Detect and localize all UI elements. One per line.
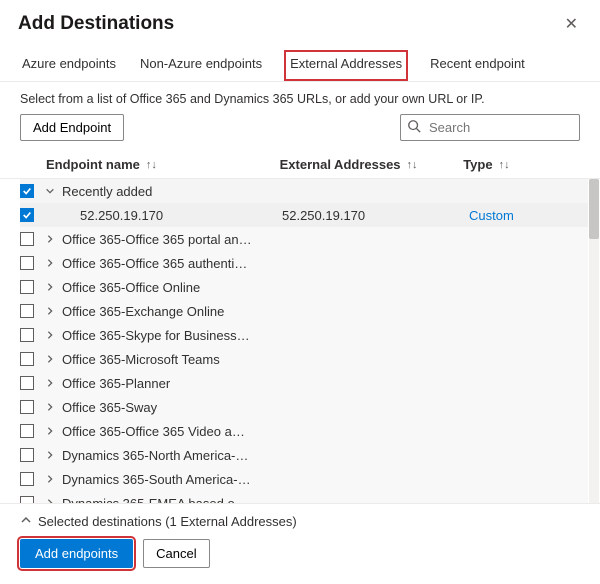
table-row[interactable]: Dynamics 365-EMEA based organizat... <box>20 491 588 503</box>
row-label: 52.250.19.170 <box>80 208 163 223</box>
table-row[interactable]: Office 365-Skype for Business Online <box>20 323 588 347</box>
table-row[interactable]: Office 365-Sway <box>20 395 588 419</box>
table-row[interactable]: Office 365-Exchange Online <box>20 299 588 323</box>
selected-summary-label: Selected destinations (1 External Addres… <box>38 514 297 529</box>
checkbox[interactable] <box>20 184 34 198</box>
type-link[interactable]: Custom <box>469 208 514 223</box>
tab-recent-endpoint[interactable]: Recent endpoint <box>428 50 527 81</box>
checkbox[interactable] <box>20 208 34 222</box>
chevron-right-icon[interactable] <box>44 306 56 316</box>
table-row[interactable]: 52.250.19.17052.250.19.170Custom <box>20 203 588 227</box>
footer-actions: Add endpoints Cancel <box>0 539 600 584</box>
table-row[interactable]: Office 365-Office 365 authentication ... <box>20 251 588 275</box>
row-label: Dynamics 365-EMEA based organizat... <box>62 496 252 504</box>
checkbox[interactable] <box>20 376 34 390</box>
chevron-right-icon[interactable] <box>44 378 56 388</box>
chevron-up-icon <box>20 514 32 529</box>
checkbox[interactable] <box>20 496 34 503</box>
column-type[interactable]: Type ↑↓ <box>463 157 580 172</box>
add-destinations-panel: Add Destinations ✕ Azure endpoints Non-Az… <box>0 0 600 584</box>
endpoint-list: Recently added 52.250.19.170 52.250.19.170… <box>0 179 600 503</box>
column-external-addresses[interactable]: External Addresses ↑↓ <box>280 157 464 172</box>
tab-azure-endpoints[interactable]: Azure endpoints <box>20 50 118 81</box>
row-label: Dynamics 365-South America-based ... <box>62 472 252 487</box>
chevron-right-icon[interactable] <box>44 234 56 244</box>
row-label: Dynamics 365-North America-based ... <box>62 448 252 463</box>
checkbox[interactable] <box>20 472 34 486</box>
chevron-right-icon[interactable] <box>44 426 56 436</box>
chevron-right-icon[interactable] <box>44 402 56 412</box>
checkbox[interactable] <box>20 256 34 270</box>
search-box[interactable] <box>400 114 580 141</box>
checkbox[interactable] <box>20 328 34 342</box>
search-input[interactable] <box>427 119 573 136</box>
tab-non-azure-endpoints[interactable]: Non-Azure endpoints <box>138 50 264 81</box>
close-icon[interactable]: ✕ <box>561 12 582 36</box>
table-row[interactable]: Recently added <box>20 179 588 203</box>
row-label: Office 365-Sway <box>62 400 157 415</box>
checkbox[interactable] <box>20 352 34 366</box>
checkbox[interactable] <box>20 424 34 438</box>
chevron-down-icon[interactable] <box>44 186 56 196</box>
checkbox[interactable] <box>20 232 34 246</box>
column-endpoint-name[interactable]: Endpoint name ↑↓ <box>46 157 280 172</box>
add-endpoints-button[interactable]: Add endpoints <box>20 539 133 568</box>
row-label: Recently added <box>62 184 152 199</box>
chevron-right-icon[interactable] <box>44 354 56 364</box>
cancel-button[interactable]: Cancel <box>143 539 209 568</box>
panel-description: Select from a list of Office 365 and Dyn… <box>0 82 600 114</box>
table-row[interactable]: Dynamics 365-South America-based ... <box>20 467 588 491</box>
checkbox[interactable] <box>20 304 34 318</box>
panel-header: Add Destinations ✕ <box>0 0 600 44</box>
sort-icon: ↑↓ <box>407 159 418 171</box>
tabs: Azure endpoints Non-Azure endpoints Extern… <box>0 44 600 82</box>
table-row[interactable]: Office 365-Microsoft Teams <box>20 347 588 371</box>
panel-title: Add Destinations <box>18 13 174 35</box>
row-label: Office 365-Office 365 portal and shar... <box>62 232 252 247</box>
table-row[interactable]: Office 365-Office 365 portal and shar... <box>20 227 588 251</box>
chevron-right-icon[interactable] <box>44 258 56 268</box>
toolbar: Add Endpoint <box>0 114 600 151</box>
search-icon <box>407 119 427 136</box>
row-label: Office 365-Microsoft Teams <box>62 352 220 367</box>
checkbox[interactable] <box>20 280 34 294</box>
row-type: Custom <box>469 208 588 223</box>
tab-external-addresses[interactable]: External Addresses <box>284 50 408 81</box>
checkbox[interactable] <box>20 448 34 462</box>
row-label: Office 365-Office Online <box>62 280 200 295</box>
row-address: 52.250.19.170 <box>282 208 469 223</box>
selected-summary-toggle[interactable]: Selected destinations (1 External Addres… <box>0 503 600 539</box>
chevron-right-icon[interactable] <box>44 450 56 460</box>
chevron-right-icon[interactable] <box>44 330 56 340</box>
table-row[interactable]: Office 365-Office Online <box>20 275 588 299</box>
sort-icon: ↑↓ <box>499 159 510 171</box>
row-label: Office 365-Exchange Online <box>62 304 224 319</box>
chevron-right-icon[interactable] <box>44 474 56 484</box>
table-row[interactable]: Dynamics 365-North America-based ... <box>20 443 588 467</box>
row-label: Office 365-Planner <box>62 376 170 391</box>
scrollbar-thumb[interactable] <box>589 179 599 239</box>
row-label: Office 365-Office 365 Video and Micr... <box>62 424 252 439</box>
table-row[interactable]: Office 365-Planner <box>20 371 588 395</box>
checkbox[interactable] <box>20 400 34 414</box>
sort-icon: ↑↓ <box>146 159 157 171</box>
add-endpoint-button[interactable]: Add Endpoint <box>20 114 124 141</box>
chevron-right-icon[interactable] <box>44 498 56 503</box>
row-label: Office 365-Office 365 authentication ... <box>62 256 252 271</box>
table-header: Endpoint name ↑↓ External Addresses ↑↓ T… <box>0 151 600 179</box>
table-row[interactable]: Office 365-Office 365 Video and Micr... <box>20 419 588 443</box>
row-label: Office 365-Skype for Business Online <box>62 328 252 343</box>
chevron-right-icon[interactable] <box>44 282 56 292</box>
